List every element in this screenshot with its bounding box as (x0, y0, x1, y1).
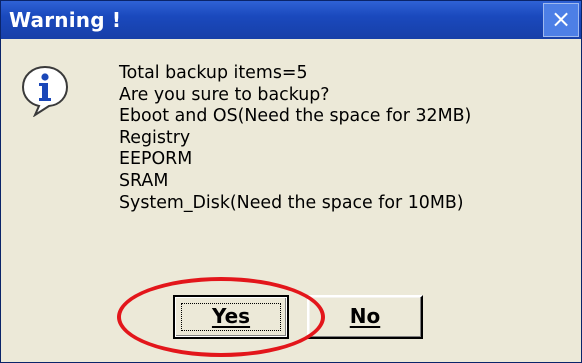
yes-button-label: Yes (211, 304, 251, 328)
close-button[interactable]: × (543, 3, 579, 37)
message-line: Eboot and OS(Need the space for 32MB) (119, 106, 472, 127)
message-line: Are you sure to backup? (119, 84, 330, 105)
info-icon (21, 65, 69, 117)
message-line: Registry (119, 127, 191, 148)
message-text: Total backup items=5 Are you sure to bac… (119, 63, 579, 214)
close-icon: × (550, 5, 572, 33)
yes-button[interactable]: Yes (173, 295, 289, 339)
message-line: SRAM (119, 170, 169, 191)
no-button[interactable]: No (307, 295, 423, 339)
warning-dialog: Warning ! × Total backup items=5 Are you… (0, 0, 582, 363)
no-button-label: No (349, 304, 381, 328)
message-line: System_Disk(Need the space for 10MB) (119, 192, 464, 213)
title-bar[interactable]: Warning ! × (1, 1, 581, 39)
dialog-title: Warning ! (9, 8, 122, 32)
message-line: Total backup items=5 (119, 63, 308, 83)
message-line: EEPORM (119, 149, 193, 170)
